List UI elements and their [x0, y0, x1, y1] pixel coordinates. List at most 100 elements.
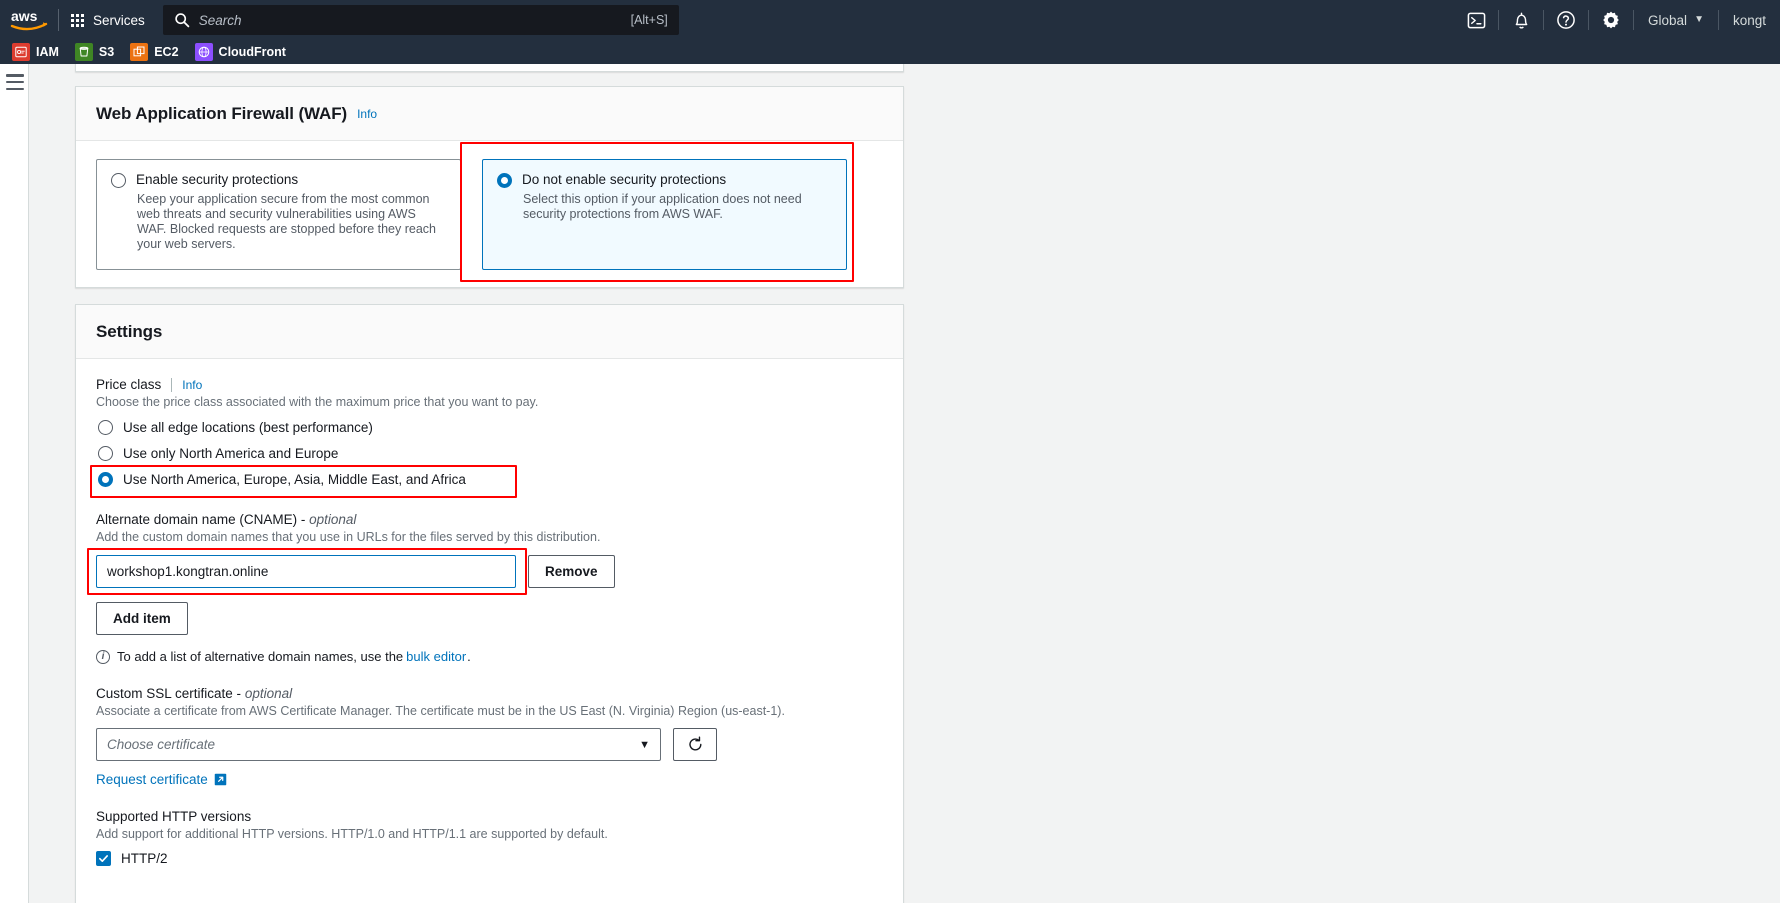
left-sidebar	[0, 64, 29, 903]
cloudfront-glyph	[198, 46, 209, 58]
favorite-item-cloudfront[interactable]: CloudFront	[193, 40, 294, 64]
bulk-editor-link[interactable]: bulk editor	[406, 649, 466, 664]
price-class-option-na-eu-asia-me-af-label: Use North America, Europe, Asia, Middle …	[123, 472, 466, 487]
cname-bulk-hint-prefix: To add a list of alternative domain name…	[117, 649, 404, 664]
sidebar-toggle-icon[interactable]	[6, 74, 24, 90]
help-button[interactable]	[1544, 0, 1588, 40]
favorite-label: EC2	[154, 45, 179, 59]
favorite-item-s3[interactable]: S3	[73, 40, 122, 64]
svg-text:aws: aws	[11, 8, 38, 24]
price-class-option-na-eu[interactable]: Use only North America and Europe	[96, 445, 340, 462]
request-certificate-link[interactable]: Request certificate	[96, 772, 208, 787]
account-menu-button[interactable]: kongt	[1719, 0, 1780, 40]
http-versions-section: Supported HTTP versions Add support for …	[96, 809, 883, 866]
cname-bulk-editor-note: i To add a list of alternative domain na…	[96, 649, 883, 664]
cname-label-optional: optional	[309, 512, 357, 527]
favorite-label: IAM	[36, 45, 59, 59]
radio-do-not-enable-security[interactable]	[497, 173, 512, 188]
gear-icon	[1603, 11, 1619, 29]
request-certificate-link-row[interactable]: Request certificate	[96, 772, 227, 787]
cloudshell-button[interactable]	[1454, 0, 1498, 40]
cname-description: Add the custom domain names that you use…	[96, 530, 601, 544]
label-separator	[171, 377, 173, 392]
radio-north-america-europe[interactable]	[98, 446, 113, 461]
waf-info-link[interactable]: Info	[357, 107, 377, 121]
http2-label: HTTP/2	[121, 851, 168, 866]
ssl-label: Custom SSL certificate - optional	[96, 686, 883, 701]
nav-right-cluster: Global ▼ kongt	[1454, 0, 1780, 40]
ssl-select-placeholder: Choose certificate	[107, 737, 216, 752]
previous-panel-sliver	[75, 64, 904, 72]
refresh-icon	[688, 736, 701, 751]
checkbox-http2[interactable]	[96, 851, 111, 866]
price-class-info-link[interactable]: Info	[182, 378, 202, 392]
search-shortcut-hint: [Alt+S]	[630, 13, 668, 27]
waf-option-disable-description: Select this option if your application d…	[523, 192, 802, 221]
cname-add-item-button[interactable]: Add item	[96, 602, 188, 635]
price-class-label: Price class	[96, 377, 162, 392]
s3-icon	[74, 43, 93, 61]
price-class-description: Choose the price class associated with t…	[96, 395, 539, 409]
price-class-label-row: Price class Info	[96, 377, 883, 392]
ssl-label-optional: optional	[244, 686, 293, 701]
settings-title: Settings	[96, 321, 163, 341]
cname-remove-button[interactable]: Remove	[528, 555, 615, 588]
bell-icon	[1515, 12, 1527, 29]
ssl-select-row: Choose certificate ▼	[96, 728, 883, 761]
cname-bulk-hint-suffix: .	[467, 649, 471, 664]
main-content-area: Web Application Firewall (WAF) Info Enab…	[29, 64, 1780, 903]
waf-option-disable[interactable]: Do not enable security protections Selec…	[482, 159, 847, 270]
account-label: kongt	[1732, 12, 1766, 28]
waf-title: Web Application Firewall (WAF)	[96, 103, 348, 123]
radio-all-edge-locations[interactable]	[98, 420, 113, 435]
aws-logo-icon: aws	[10, 8, 48, 31]
ssl-section: Custom SSL certificate - optional Associ…	[96, 686, 883, 787]
ssl-description: Associate a certificate from AWS Certifi…	[96, 704, 785, 718]
waf-option-enable[interactable]: Enable security protections Keep your ap…	[96, 159, 461, 270]
waf-option-enable-description: Keep your application secure from the mo…	[137, 192, 437, 251]
cname-input[interactable]: workshop1.kongtran.online	[96, 555, 516, 588]
settings-panel-body: Price class Info Choose the price class …	[76, 359, 903, 866]
external-link-icon	[214, 773, 227, 786]
info-circle-icon: i	[96, 649, 110, 664]
waf-option-disable-head: Do not enable security protections	[497, 172, 832, 188]
search-input[interactable]: Search	[199, 13, 631, 28]
page-body: Web Application Firewall (WAF) Info Enab…	[0, 64, 1780, 903]
favorite-label: S3	[98, 45, 115, 59]
http-versions-description: Add support for additional HTTP versions…	[96, 827, 608, 841]
iam-glyph	[15, 46, 27, 58]
radio-enable-security[interactable]	[111, 173, 126, 188]
price-class-option-all-edge-label: Use all edge locations (best performance…	[123, 420, 373, 435]
http2-checkbox-row[interactable]: HTTP/2	[96, 851, 883, 866]
waf-option-enable-label: Enable security protections	[136, 172, 299, 187]
price-class-option-na-eu-asia-me-af[interactable]: Use North America, Europe, Asia, Middle …	[90, 465, 517, 498]
global-search-bar[interactable]: Search [Alt+S]	[162, 5, 679, 35]
http-versions-label: Supported HTTP versions	[96, 809, 252, 824]
waf-option-tiles: Enable security protections Keep your ap…	[96, 159, 883, 270]
waf-panel-header: Web Application Firewall (WAF) Info	[76, 87, 903, 141]
chevron-down-icon: ▼	[639, 738, 650, 751]
question-circle-icon	[1557, 11, 1575, 29]
waf-option-enable-head: Enable security protections	[111, 172, 446, 188]
top-navigation-bar: aws Services Search [Alt+S] Global ▼ kon…	[0, 0, 1780, 40]
radio-na-eu-asia-middleeast-africa[interactable]	[98, 472, 113, 487]
aws-logo[interactable]: aws	[0, 0, 58, 40]
favorite-item-ec2[interactable]: EC2	[128, 40, 186, 64]
ec2-glyph	[133, 46, 145, 57]
notifications-button[interactable]	[1499, 0, 1543, 40]
favorite-item-iam[interactable]: IAM	[10, 40, 67, 64]
price-class-option-all-edge[interactable]: Use all edge locations (best performance…	[96, 419, 375, 436]
cname-label-text: Alternate domain name (CNAME) -	[96, 512, 306, 527]
cloudfront-icon	[194, 43, 213, 61]
chevron-down-icon: ▼	[1694, 14, 1704, 25]
ssl-certificate-select[interactable]: Choose certificate ▼	[96, 728, 661, 761]
favorites-bar: IAM S3 EC2 CloudFront	[0, 40, 1780, 64]
region-label: Global	[1648, 12, 1688, 28]
ssl-refresh-button[interactable]	[673, 728, 717, 761]
terminal-icon	[1467, 12, 1485, 28]
ssl-label-text: Custom SSL certificate -	[96, 686, 242, 701]
price-class-option-na-eu-label: Use only North America and Europe	[123, 446, 339, 461]
region-selector[interactable]: Global ▼	[1634, 0, 1718, 40]
services-menu-button[interactable]: Services	[59, 0, 157, 40]
settings-button[interactable]	[1589, 0, 1633, 40]
